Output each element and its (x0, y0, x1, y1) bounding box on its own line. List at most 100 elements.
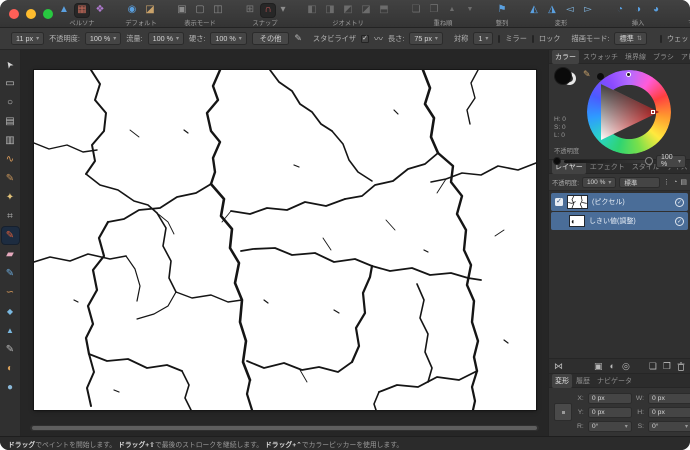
minimize-window-button[interactable] (26, 9, 36, 19)
colour-opacity-slider[interactable] (564, 156, 653, 165)
rotate-ccw-icon[interactable]: ◅ (563, 4, 577, 17)
row-marquee-tool[interactable]: ▤ (2, 113, 19, 130)
shear-field[interactable]: 0° ▾ (648, 420, 690, 432)
add-layer-icon[interactable]: ❏ (649, 361, 657, 372)
flip-horizontal-icon[interactable]: ◭ (527, 4, 541, 17)
erase-brush-tool[interactable]: ▰ (2, 246, 19, 263)
layer-visibility-toggle[interactable]: ✓ (675, 197, 684, 207)
insert-inside-icon[interactable]: ◕ (649, 4, 663, 17)
move-to-back-icon[interactable]: ❐ (427, 4, 441, 17)
add-group-icon[interactable]: ❐ (663, 361, 671, 372)
median-tool[interactable]: ✎ (2, 341, 19, 358)
adjustment-thumbnail[interactable]: ◐ (569, 215, 585, 227)
live-filter-icon[interactable]: ◎ (622, 361, 630, 372)
document-canvas[interactable] (34, 70, 536, 410)
layer-visibility-toggle[interactable]: ✓ (675, 216, 684, 226)
layer-select-checkbox[interactable]: ✓ (555, 198, 563, 206)
y-field[interactable]: 0 px (587, 406, 632, 418)
tab-navigator[interactable]: ナビゲータ (594, 374, 635, 388)
w-field[interactable]: 0 px (648, 392, 690, 404)
designer-persona-icon[interactable]: ▲ (57, 4, 71, 17)
tab-colour[interactable]: カラー (552, 49, 579, 64)
layer-thumbnail[interactable] (567, 195, 588, 209)
colour-replacement-brush-tool[interactable]: ✎ (2, 265, 19, 282)
h-field[interactable]: 0 px (648, 406, 690, 418)
blur-tool[interactable]: ◆ (2, 303, 19, 320)
geometry-subtract-icon[interactable]: ◨ (323, 4, 337, 17)
zoom-window-button[interactable] (43, 9, 53, 19)
selection-brush-tool[interactable]: ✎ (2, 170, 19, 187)
layer-row-threshold-adjustment[interactable]: ◐ しきい値(調整) ✓ (551, 212, 688, 230)
pixel-persona-icon[interactable]: ▦ (75, 3, 89, 17)
elliptical-marquee-tool[interactable]: ○ (2, 94, 19, 111)
hardness-field[interactable]: 100 % ▾ (210, 32, 247, 45)
view-mode-vector-icon[interactable]: ▣ (175, 4, 189, 17)
edit-all-layers-icon[interactable]: ⋈ (554, 361, 563, 372)
geometry-combine-icon[interactable]: ⬒ (377, 4, 391, 17)
snap-grid-icon[interactable]: ⊞ (243, 4, 257, 17)
export-persona-icon[interactable]: ❖ (93, 4, 107, 17)
column-marquee-tool[interactable]: ▥ (2, 132, 19, 149)
stabilizer-checkbox[interactable]: ✓ (361, 34, 369, 43)
rotate-cw-icon[interactable]: ▻ (581, 4, 595, 17)
rectangular-marquee-tool[interactable]: ▭ (2, 75, 19, 92)
mask-layer-icon[interactable]: ▣ (594, 361, 603, 372)
move-backward-icon[interactable]: ▼ (463, 4, 477, 17)
x-field[interactable]: 0 px (587, 392, 632, 404)
geometry-divide-icon[interactable]: ◪ (359, 4, 373, 17)
view-mode-retina-icon[interactable]: ◫ (211, 4, 225, 17)
layer-row-pixel[interactable]: ✓ (ピクセル) ✓ (551, 193, 688, 211)
view-mode-pixel-icon[interactable]: ▢ (193, 4, 207, 17)
symmetry-field[interactable]: 1 ▾ (473, 32, 494, 45)
flip-vertical-icon[interactable]: ◮ (545, 4, 559, 17)
geometry-add-icon[interactable]: ◧ (305, 4, 319, 17)
tab-appearance[interactable]: アピアランス (678, 50, 690, 64)
tab-transform[interactable]: 変形 (552, 373, 572, 388)
freehand-selection-tool[interactable]: ∿ (2, 151, 19, 168)
tab-swatches[interactable]: スウォッチ (580, 50, 621, 64)
insert-top-icon[interactable]: ◑ (631, 4, 645, 17)
lock-checkbox[interactable] (531, 34, 534, 43)
sync-defaults-icon[interactable]: ◉ (125, 4, 139, 17)
close-window-button[interactable] (9, 9, 19, 19)
smudge-tool[interactable]: ∽ (2, 284, 19, 301)
alignment-flag-icon[interactable]: ⚑ (495, 4, 509, 17)
triangle-selector[interactable] (651, 110, 655, 114)
rotation-field[interactable]: 0° ▾ (587, 420, 632, 432)
move-to-front-icon[interactable]: ❏ (409, 4, 423, 17)
rope-stabilizer-icon[interactable]: 〰 (374, 32, 383, 45)
paint-brush-tool[interactable]: ✎ (1, 227, 19, 244)
sharpen-tool[interactable]: ▲ (2, 322, 19, 339)
grid-tool[interactable]: ⌗ (2, 208, 19, 225)
adjustment-layer-icon[interactable]: ◐ (610, 361, 615, 372)
more-button[interactable]: その他 (251, 32, 290, 45)
blend-mode-dropdown[interactable]: 標準 ⇅ (614, 32, 647, 45)
move-tool[interactable]: ➤ (2, 56, 19, 73)
anchor-point-selector[interactable] (554, 403, 572, 421)
snapping-options-caret-icon[interactable]: ▾ (279, 4, 287, 17)
edit-brush-icon[interactable]: ✎ (294, 33, 302, 44)
tab-stroke[interactable]: 境界線 (622, 50, 649, 64)
brush-width-field[interactable]: 11 px ▾ (11, 32, 45, 45)
opacity-stepper-icon[interactable]: ⋮ (663, 178, 670, 186)
revert-defaults-icon[interactable]: ◪ (143, 4, 157, 17)
layer-blend-mode-dropdown[interactable]: 標準 (619, 176, 661, 188)
colour-opacity-field[interactable]: 100 % ▾ (656, 154, 686, 168)
flood-select-tool[interactable]: ✦ (2, 189, 19, 206)
layer-opacity-field[interactable]: 100 % ▾ (581, 176, 617, 188)
tab-history[interactable]: 履歴 (573, 374, 593, 388)
fill-colour-swatch[interactable] (555, 68, 571, 84)
mirror-checkbox[interactable] (498, 34, 501, 43)
delete-layer-icon[interactable] (677, 361, 685, 371)
geometry-intersect-icon[interactable]: ◩ (341, 4, 355, 17)
brush-colour-icon[interactable]: ✎ (583, 69, 591, 80)
opacity-slider-knob[interactable] (645, 156, 653, 165)
hue-selector-dot[interactable] (626, 72, 631, 77)
layer-settings-icon[interactable]: ▤ (680, 178, 687, 186)
move-forward-icon[interactable]: ▲ (445, 4, 459, 17)
flow-field[interactable]: 100 % ▾ (147, 32, 185, 45)
dodge-brush-tool[interactable]: ◐ (2, 360, 19, 377)
lock-icon[interactable]: ◔ (673, 179, 677, 186)
horizontal-scrollbar-thumb[interactable] (32, 426, 537, 430)
opacity-field[interactable]: 100 % ▾ (84, 32, 122, 45)
